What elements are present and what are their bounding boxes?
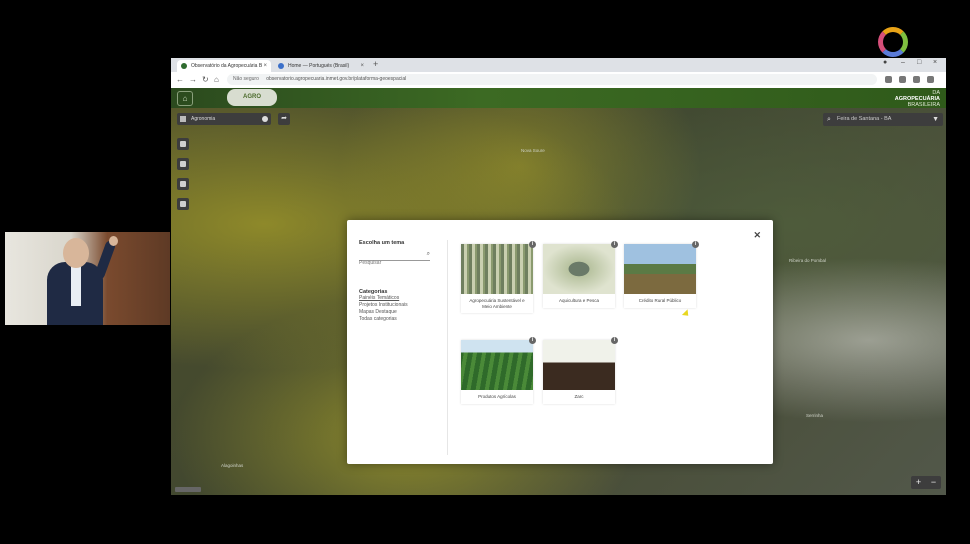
info-icon[interactable]: i (529, 337, 536, 344)
search-icon: ⌕ (827, 116, 831, 123)
category-link[interactable]: Projetos Institucionais (359, 302, 447, 309)
back-icon[interactable]: ← (176, 75, 184, 84)
theme-search-input[interactable] (359, 260, 419, 266)
theme-card[interactable]: i Produtos Agrícolas (461, 337, 536, 404)
forest-image: i (461, 241, 536, 294)
category-link[interactable]: Todas categorias (359, 316, 447, 323)
layers-icon (180, 116, 186, 122)
print-tool-button[interactable] (177, 198, 189, 210)
seedlings-image: i (543, 337, 618, 390)
extension-icon[interactable] (885, 76, 892, 83)
close-tab-icon[interactable]: × (360, 60, 364, 72)
site-logo[interactable]: AGRO (227, 89, 277, 106)
url-field[interactable]: Não seguro observatorio.agropecuaria.inm… (227, 74, 877, 85)
info-icon[interactable]: i (692, 241, 699, 248)
dialog-sidebar: Escolha um tema ⌕ Categorias Painéis Tem… (359, 240, 448, 455)
menu-icon[interactable] (927, 76, 934, 83)
info-icon[interactable]: i (611, 241, 618, 248)
presenter-webcam (5, 232, 170, 325)
theme-dialog: ✕ Escolha um tema ⌕ Categorias Painéis T… (347, 220, 773, 464)
close-dialog-button[interactable]: ✕ (753, 230, 761, 241)
map-place-label: Ribeira do Pombal (789, 258, 827, 263)
close-window-icon[interactable]: × (933, 59, 937, 66)
theme-card-label: Produtos Agrícolas (478, 394, 516, 399)
dialog-title: Escolha um tema (359, 240, 405, 246)
favicon-icon (181, 63, 187, 69)
map-search-input[interactable]: ⌕ Feira de Santana - BA ▼ (823, 113, 943, 126)
chart-tool-button[interactable] (177, 178, 189, 190)
site-home-button[interactable]: ⌂ (177, 91, 193, 106)
close-tab-icon[interactable]: × (263, 60, 267, 72)
theme-card-label: Zarc (574, 394, 584, 399)
tab-bar: Observatório da Agropecuária B × Home — … (171, 58, 946, 72)
theme-card-label: Aquicultura e Pesca (558, 298, 600, 303)
theme-card[interactable]: i Crédito Rural Público (624, 241, 699, 308)
theme-search: ⌕ (359, 251, 430, 266)
presenter-head (63, 238, 89, 268)
browser-window: Observatório da Agropecuária B × Home — … (171, 58, 946, 495)
theme-card-label: Agropecuária Sustentável e Meio Ambiente (469, 298, 525, 309)
map-search-placeholder: Feira de Santana - BA (837, 116, 892, 122)
bookmark-icon[interactable] (899, 76, 906, 83)
home-icon[interactable]: ⌂ (214, 75, 219, 84)
maximize-icon[interactable]: □ (917, 59, 921, 66)
cattle-field-image: i (624, 241, 699, 294)
zoom-control[interactable]: + − (911, 476, 941, 489)
address-bar: ← → ↻ ⌂ Não seguro observatorio.agropecu… (171, 72, 946, 89)
crop-rows-image: i (461, 337, 536, 390)
reload-icon[interactable]: ↻ (202, 75, 209, 84)
profile-icon[interactable] (913, 76, 920, 83)
tab-observatorio[interactable]: Observatório da Agropecuária B × (177, 60, 271, 72)
channel-logo (878, 27, 908, 57)
map-place-label: Serrinha (806, 413, 824, 418)
tab-label: Observatório da Agropecuária B (191, 63, 263, 69)
presenter-shirt (71, 266, 81, 306)
fish-image: i (543, 241, 618, 294)
layer-select-value: Agronomia (191, 116, 216, 122)
url-text: observatorio.agropecuaria.inmet.gov.br/p… (266, 76, 407, 82)
layers-tool-button[interactable] (177, 138, 189, 150)
category-link[interactable]: Painéis Temáticos (359, 295, 447, 302)
map-place-label: Nova Soure (521, 148, 545, 153)
insecure-label[interactable]: Não seguro (233, 76, 259, 82)
theme-card[interactable]: i Zarc (543, 337, 618, 404)
theme-card[interactable]: i Agropecuária Sustentável e Meio Ambien… (461, 241, 536, 313)
info-icon[interactable]: i (529, 241, 536, 248)
account-icon[interactable]: ● (883, 59, 887, 66)
info-icon[interactable] (262, 116, 268, 122)
minimize-icon[interactable]: – (901, 59, 905, 66)
brand-title: DA AGROPECUÁRIA BRASILEIRA (870, 90, 940, 108)
map-place-label: Alagoinhas (221, 463, 244, 468)
map-scale-bar (175, 487, 201, 492)
forward-icon[interactable]: → (189, 75, 197, 84)
layer-select[interactable]: Agronomia (177, 113, 271, 125)
favicon-icon (278, 63, 284, 69)
site-header: ⌂ AGRO DA AGROPECUÁRIA BRASILEIRA (171, 88, 946, 108)
presenter-hand (109, 236, 118, 246)
theme-card-label: Crédito Rural Público (638, 298, 682, 303)
filter-icon[interactable]: ▼ (932, 113, 939, 126)
search-icon[interactable]: ⌕ (427, 251, 430, 258)
zoom-out-button[interactable]: − (931, 476, 936, 489)
tab-home[interactable]: Home — Portugués (Brasil) × (274, 60, 368, 72)
info-icon[interactable]: i (611, 337, 618, 344)
tab-label: Home — Portugués (Brasil) (288, 63, 350, 69)
category-link[interactable]: Mapas Destaque (359, 309, 447, 316)
zoom-in-button[interactable]: + (916, 476, 921, 489)
globe-tool-button[interactable] (177, 158, 189, 170)
share-button[interactable]: ➦ (278, 113, 290, 125)
new-tab-button[interactable]: + (373, 59, 378, 69)
theme-card[interactable]: i Aquicultura e Pesca (543, 241, 618, 308)
satellite-map[interactable]: Agronomia ➦ ⌕ Feira de Santana - BA ▼ No… (171, 108, 946, 495)
